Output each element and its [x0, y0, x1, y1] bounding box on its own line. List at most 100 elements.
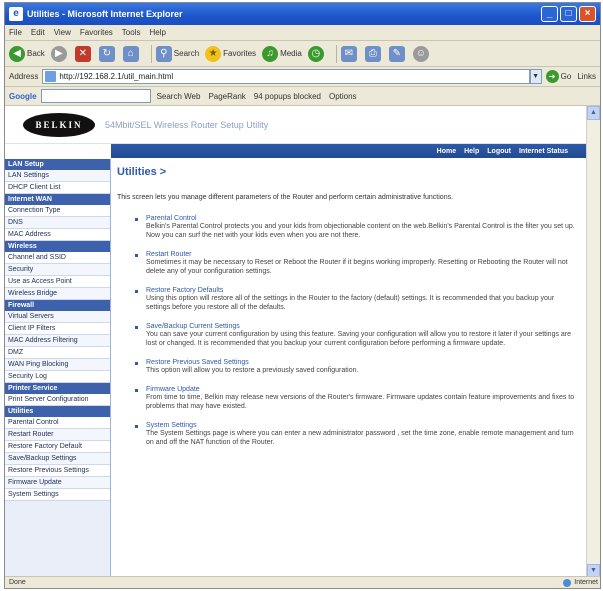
utility-description: This option will allow you to restore a …: [146, 367, 359, 374]
sidebar-item[interactable]: Wireless Bridge: [5, 288, 110, 300]
menu-file[interactable]: File: [9, 28, 22, 37]
address-input[interactable]: http://192.168.2.1/util_main.html: [42, 69, 530, 84]
forward-arrow-icon: ▶: [50, 45, 67, 62]
search-button[interactable]: ⚲ Search: [155, 45, 199, 62]
sidebar-item[interactable]: Security Log: [5, 371, 110, 383]
sidebar-item[interactable]: Firmware Update: [5, 477, 110, 489]
scroll-up-arrow[interactable]: ▲: [587, 106, 600, 120]
minimize-button[interactable]: _: [541, 6, 558, 22]
maximize-button[interactable]: □: [560, 6, 577, 22]
menu-view[interactable]: View: [54, 28, 71, 37]
browser-window: e Utilities - Microsoft Internet Explore…: [4, 2, 601, 589]
nav-internet-status[interactable]: Internet Status: [519, 148, 568, 155]
nav-logout[interactable]: Logout: [487, 148, 511, 155]
sidebar-item[interactable]: DMZ: [5, 347, 110, 359]
back-button[interactable]: ◀ Back: [9, 45, 45, 62]
address-dropdown[interactable]: ▼: [529, 69, 542, 84]
utility-link[interactable]: Restore Factory Defaults: [146, 287, 578, 294]
sidebar-item[interactable]: DNS: [5, 217, 110, 229]
utility-link[interactable]: Save/Backup Current Settings: [146, 323, 578, 330]
mail-button[interactable]: ✉: [340, 45, 359, 62]
edit-icon: ✎: [388, 45, 405, 62]
google-search-input[interactable]: [40, 89, 151, 103]
forward-button[interactable]: ▶: [50, 45, 69, 62]
google-toolbar: Google Search Web PageRank 94 popups blo…: [5, 87, 600, 106]
utility-body: Save/Backup Current Settings You can save…: [146, 323, 578, 348]
print-button[interactable]: ⎙: [364, 45, 383, 62]
stop-button[interactable]: ✕: [74, 45, 93, 62]
utility-body: System Settings The System Settings page …: [146, 422, 578, 447]
menu-bar: File Edit View Favorites Tools Help: [5, 25, 600, 41]
intro-text: This screen lets you manage different pa…: [117, 194, 454, 201]
bullet-icon: [135, 290, 138, 293]
sidebar-item[interactable]: Restart Router: [5, 429, 110, 441]
sidebar-item[interactable]: MAC Address: [5, 229, 110, 241]
sidebar-item[interactable]: Save/Backup Settings: [5, 453, 110, 465]
go-button[interactable]: ➜ Go: [545, 70, 571, 83]
sidebar-item[interactable]: MAC Address Filtering: [5, 335, 110, 347]
nav-help[interactable]: Help: [464, 148, 479, 155]
stop-icon: ✕: [74, 45, 91, 62]
history-button[interactable]: ◷: [307, 45, 326, 62]
options-button[interactable]: Options: [329, 92, 357, 101]
print-icon: ⎙: [364, 45, 381, 62]
sidebar-item[interactable]: DHCP Client List: [5, 182, 110, 194]
utility-link[interactable]: Restore Previous Saved Settings: [146, 359, 358, 366]
popup-blocker[interactable]: 94 popups blocked: [254, 92, 321, 101]
title-bar[interactable]: e Utilities - Microsoft Internet Explore…: [5, 3, 600, 25]
favorites-label: Favorites: [223, 49, 257, 58]
menu-tools[interactable]: Tools: [122, 28, 141, 37]
sidebar-item[interactable]: Restore Previous Settings: [5, 465, 110, 477]
page-icon: [45, 71, 57, 82]
sidebar-item[interactable]: Channel and SSID: [5, 252, 110, 264]
utility-link[interactable]: Parental Control: [146, 215, 578, 222]
google-logo[interactable]: Google: [9, 92, 37, 101]
menu-favorites[interactable]: Favorites: [80, 28, 113, 37]
menu-help[interactable]: Help: [149, 28, 165, 37]
address-value: http://192.168.2.1/util_main.html: [59, 72, 174, 81]
star-icon: ★: [205, 45, 222, 62]
sidebar-item[interactable]: Client IP Filters: [5, 323, 110, 335]
utility-description: From time to time, Belkin may release ne…: [146, 394, 575, 410]
sidebar-item[interactable]: Parental Control: [5, 417, 110, 429]
bullet-icon: [135, 362, 138, 365]
back-arrow-icon: ◀: [9, 45, 25, 62]
utility-description: Using this option will restore all of th…: [146, 295, 555, 311]
bullet-icon: [135, 218, 138, 221]
nav-home[interactable]: Home: [437, 148, 456, 155]
sidebar-item[interactable]: System Settings: [5, 489, 110, 501]
utility-link[interactable]: System Settings: [146, 422, 578, 429]
edit-button[interactable]: ✎: [388, 45, 407, 62]
sidebar-section-heading: Utilities: [5, 406, 110, 417]
messenger-button[interactable]: ☺: [412, 45, 431, 62]
back-label: Back: [27, 49, 45, 58]
links-button[interactable]: Links: [577, 72, 596, 81]
utility-body: Firmware Update From time to time, Belkin…: [146, 386, 578, 411]
vertical-scrollbar[interactable]: ▲ ▼: [586, 106, 600, 578]
utility-description: Sometimes it may be necessary to Reset o…: [146, 259, 568, 275]
home-button[interactable]: ⌂: [122, 45, 141, 62]
media-icon: ♫: [262, 45, 279, 62]
sidebar-item[interactable]: Restore Factory Default: [5, 441, 110, 453]
sidebar-item[interactable]: WAN Ping Blocking: [5, 359, 110, 371]
sidebar-section-heading: Printer Service: [5, 383, 110, 394]
sidebar-item[interactable]: Use as Access Point: [5, 276, 110, 288]
search-web-button[interactable]: Search Web: [157, 92, 201, 101]
sidebar-item[interactable]: LAN Settings: [5, 170, 110, 182]
menu-edit[interactable]: Edit: [31, 28, 45, 37]
sidebar-item[interactable]: Security: [5, 264, 110, 276]
product-name: 54Mbit/SEL Wireless Router Setup Utility: [105, 119, 269, 130]
sidebar-item[interactable]: Virtual Servers: [5, 311, 110, 323]
utility-link[interactable]: Restart Router: [146, 251, 578, 258]
window-title: Utilities - Microsoft Internet Explorer: [27, 9, 183, 19]
utility-link[interactable]: Firmware Update: [146, 386, 578, 393]
sidebar-item[interactable]: Print Server Configuration: [5, 394, 110, 406]
close-button[interactable]: ×: [579, 6, 596, 22]
sidebar-item[interactable]: Connection Type: [5, 205, 110, 217]
refresh-button[interactable]: ↻: [98, 45, 117, 62]
home-icon: ⌂: [122, 45, 139, 62]
favorites-button[interactable]: ★ Favorites: [205, 45, 257, 62]
media-button[interactable]: ♫ Media: [262, 45, 302, 62]
toolbar-separator: [150, 44, 152, 63]
sidebar-section-heading: Internet WAN: [5, 194, 110, 205]
